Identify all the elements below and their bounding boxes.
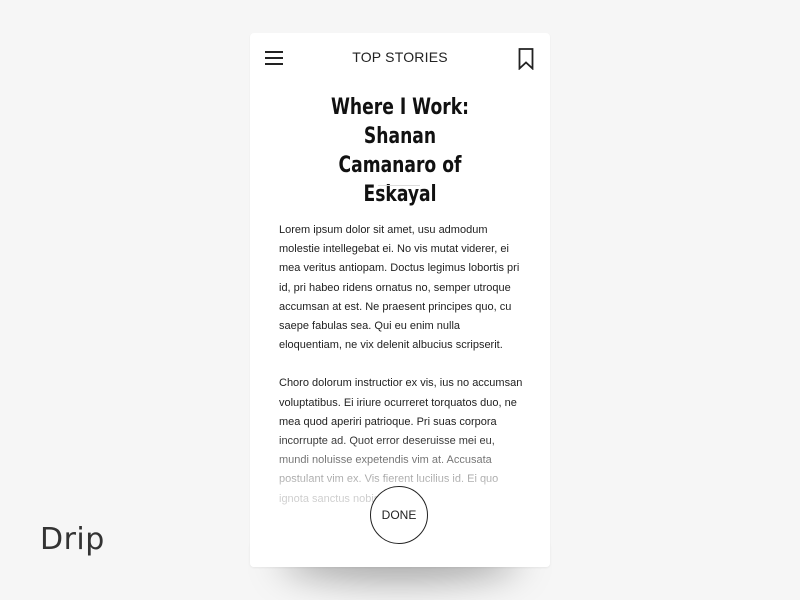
brand-logo: Drip	[40, 522, 105, 557]
top-bar: TOP STORIES	[250, 33, 550, 83]
done-button[interactable]: DONE	[370, 486, 428, 544]
hamburger-menu-icon[interactable]	[265, 50, 283, 66]
page-title: TOP STORIES	[352, 49, 448, 65]
article-paragraph: Lorem ipsum dolor sit amet, usu admodum …	[279, 224, 520, 352]
article-headline: Where I Work: Shanan Camanaro of Eskayal	[330, 95, 470, 207]
article-card: TOP STORIES Where I Work: Shanan Camanar…	[250, 33, 550, 567]
article-body: Lorem ipsum dolor sit amet, usu admodum …	[279, 221, 525, 528]
headline-divider	[378, 185, 420, 186]
bookmark-icon[interactable]	[518, 48, 534, 71]
